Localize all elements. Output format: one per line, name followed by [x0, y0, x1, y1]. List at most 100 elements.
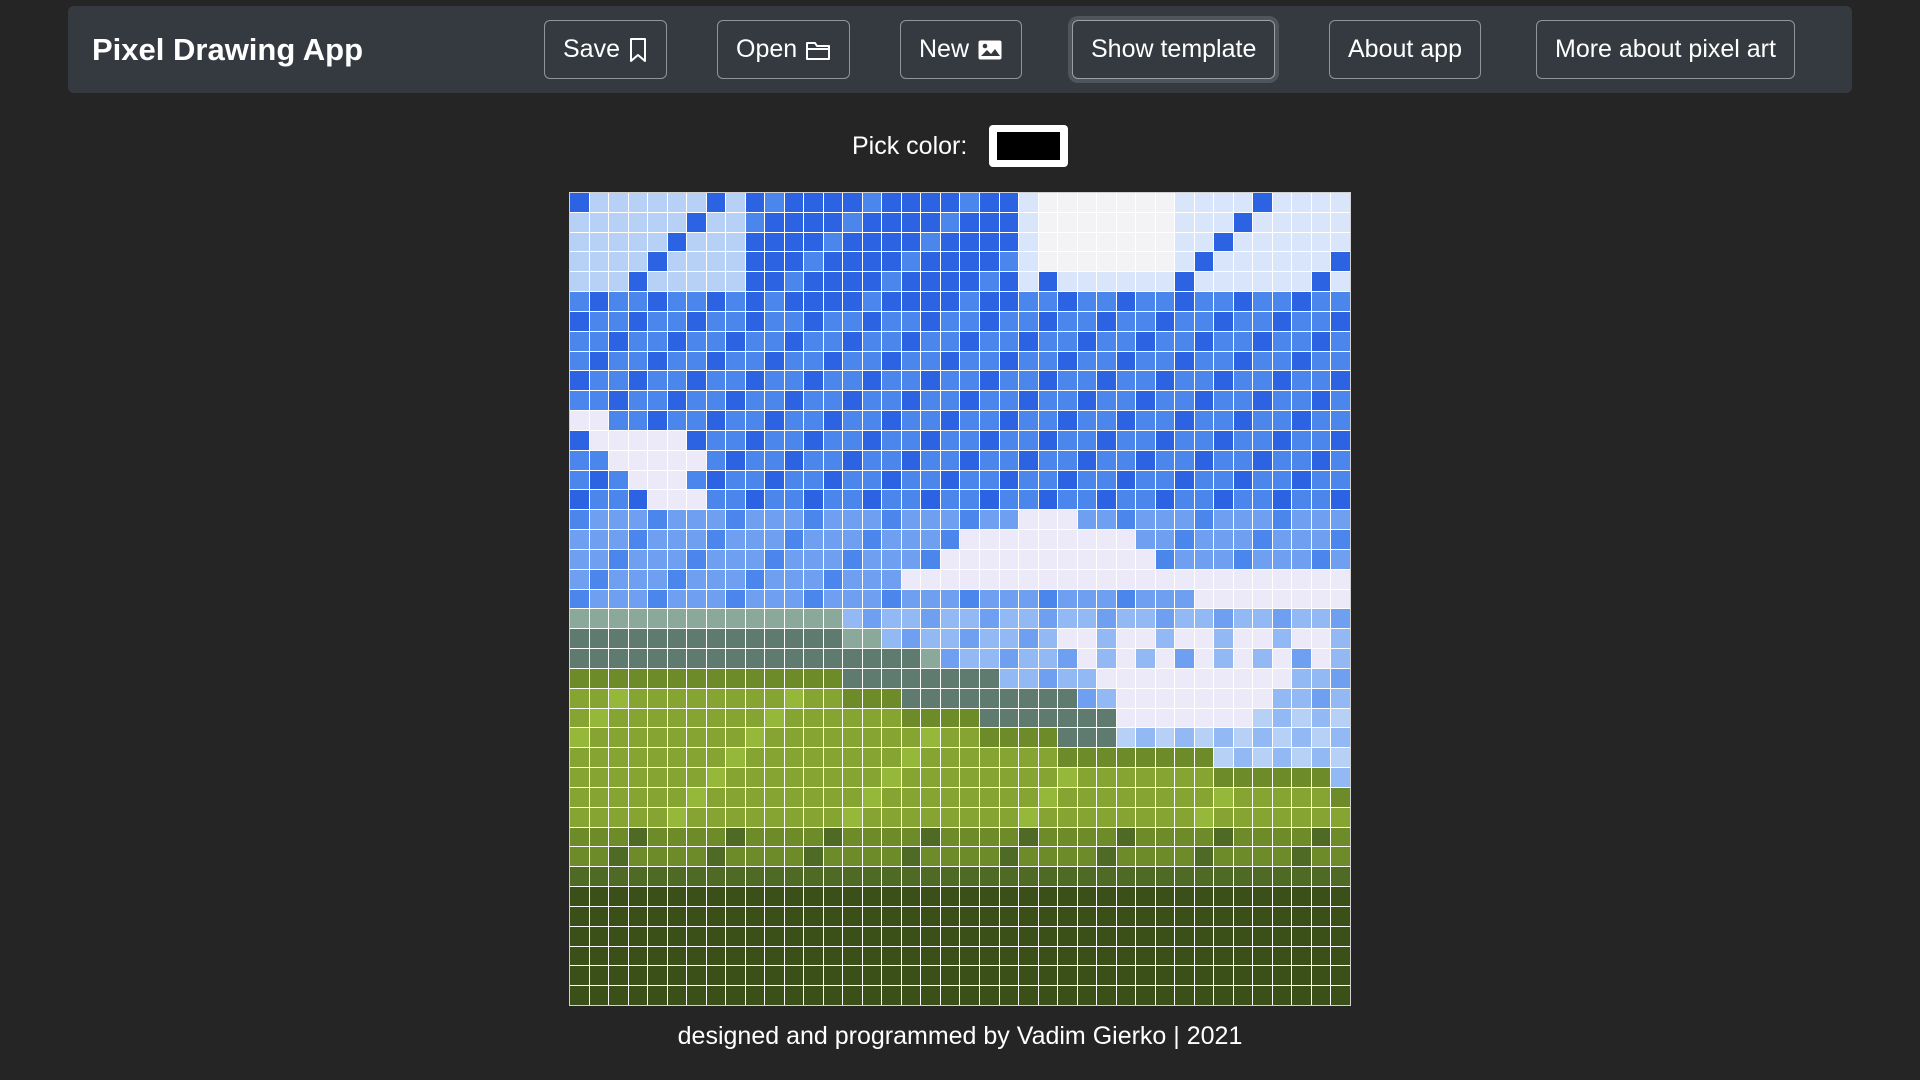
pixel-cell[interactable]: [589, 867, 609, 887]
pixel-cell[interactable]: [823, 748, 843, 768]
pixel-cell[interactable]: [1116, 450, 1136, 470]
pixel-cell[interactable]: [745, 549, 765, 569]
pixel-cell[interactable]: [843, 668, 862, 688]
pixel-cell[interactable]: [1331, 946, 1350, 966]
pixel-cell[interactable]: [1311, 926, 1331, 946]
pixel-cell[interactable]: [765, 193, 784, 212]
pixel-cell[interactable]: [1097, 827, 1116, 847]
pixel-cell[interactable]: [980, 966, 999, 986]
pixel-cell[interactable]: [921, 807, 940, 827]
pixel-cell[interactable]: [687, 450, 706, 470]
pixel-cell[interactable]: [823, 589, 843, 609]
pixel-cell[interactable]: [1175, 629, 1194, 649]
pixel-cell[interactable]: [999, 193, 1019, 212]
pixel-cell[interactable]: [1175, 728, 1194, 748]
pixel-cell[interactable]: [882, 847, 901, 867]
pixel-cell[interactable]: [843, 569, 862, 589]
pixel-cell[interactable]: [1214, 232, 1233, 252]
pixel-cell[interactable]: [980, 212, 999, 232]
pixel-cell[interactable]: [1097, 252, 1116, 272]
pixel-cell[interactable]: [999, 629, 1019, 649]
pixel-cell[interactable]: [589, 728, 609, 748]
pixel-cell[interactable]: [882, 530, 901, 549]
pixel-cell[interactable]: [1311, 569, 1331, 589]
pixel-cell[interactable]: [784, 510, 804, 530]
pixel-cell[interactable]: [999, 371, 1019, 391]
pixel-cell[interactable]: [1077, 272, 1097, 292]
pixel-cell[interactable]: [765, 649, 784, 668]
pixel-cell[interactable]: [921, 867, 940, 887]
pixel-cell[interactable]: [745, 430, 765, 450]
pixel-cell[interactable]: [609, 549, 628, 569]
pixel-cell[interactable]: [706, 430, 726, 450]
pixel-cell[interactable]: [628, 411, 648, 430]
pixel-cell[interactable]: [1097, 411, 1116, 430]
pixel-cell[interactable]: [667, 668, 687, 688]
pixel-cell[interactable]: [960, 430, 980, 450]
pixel-cell[interactable]: [1175, 748, 1194, 768]
pixel-cell[interactable]: [589, 629, 609, 649]
pixel-cell[interactable]: [784, 569, 804, 589]
pixel-cell[interactable]: [667, 589, 687, 609]
pixel-cell[interactable]: [940, 232, 960, 252]
pixel-cell[interactable]: [862, 530, 882, 549]
pixel-cell[interactable]: [1311, 629, 1331, 649]
pixel-cell[interactable]: [1077, 926, 1097, 946]
pixel-cell[interactable]: [1116, 728, 1136, 748]
pixel-cell[interactable]: [570, 292, 589, 311]
pixel-cell[interactable]: [628, 589, 648, 609]
pixel-cell[interactable]: [570, 906, 589, 926]
pixel-cell[interactable]: [1214, 609, 1233, 629]
pixel-cell[interactable]: [823, 411, 843, 430]
pixel-cell[interactable]: [1058, 867, 1077, 887]
pixel-cell[interactable]: [843, 787, 862, 807]
pixel-cell[interactable]: [609, 490, 628, 510]
pixel-cell[interactable]: [1116, 787, 1136, 807]
pixel-cell[interactable]: [1214, 807, 1233, 827]
pixel-cell[interactable]: [862, 430, 882, 450]
pixel-cell[interactable]: [823, 986, 843, 1005]
pixel-cell[interactable]: [1331, 768, 1350, 787]
pixel-cell[interactable]: [843, 510, 862, 530]
pixel-cell[interactable]: [1058, 272, 1077, 292]
pixel-cell[interactable]: [999, 450, 1019, 470]
pixel-cell[interactable]: [960, 827, 980, 847]
pixel-cell[interactable]: [1097, 510, 1116, 530]
pixel-cell[interactable]: [1175, 510, 1194, 530]
pixel-cell[interactable]: [823, 272, 843, 292]
pixel-cell[interactable]: [687, 768, 706, 787]
pixel-cell[interactable]: [1038, 232, 1058, 252]
pixel-cell[interactable]: [823, 688, 843, 708]
pixel-cell[interactable]: [628, 510, 648, 530]
pixel-cell[interactable]: [1155, 649, 1175, 668]
pixel-cell[interactable]: [1058, 966, 1077, 986]
pixel-cell[interactable]: [589, 510, 609, 530]
pixel-cell[interactable]: [1194, 212, 1214, 232]
pixel-cell[interactable]: [1038, 629, 1058, 649]
pixel-cell[interactable]: [1233, 728, 1253, 748]
pixel-cell[interactable]: [1233, 252, 1253, 272]
pixel-cell[interactable]: [960, 768, 980, 787]
pixel-cell[interactable]: [1214, 391, 1233, 411]
pixel-cell[interactable]: [1175, 490, 1194, 510]
pixel-cell[interactable]: [687, 887, 706, 906]
pixel-cell[interactable]: [823, 807, 843, 827]
pixel-cell[interactable]: [1331, 708, 1350, 728]
pixel-cell[interactable]: [823, 252, 843, 272]
pixel-cell[interactable]: [1311, 847, 1331, 867]
pixel-cell[interactable]: [648, 827, 667, 847]
pixel-cell[interactable]: [1214, 827, 1233, 847]
pixel-cell[interactable]: [1292, 549, 1311, 569]
pixel-cell[interactable]: [1155, 411, 1175, 430]
pixel-cell[interactable]: [589, 906, 609, 926]
pixel-cell[interactable]: [1136, 470, 1155, 490]
pixel-cell[interactable]: [980, 232, 999, 252]
pixel-cell[interactable]: [843, 411, 862, 430]
pixel-cell[interactable]: [628, 193, 648, 212]
pixel-cell[interactable]: [1155, 847, 1175, 867]
pixel-cell[interactable]: [1194, 589, 1214, 609]
pixel-cell[interactable]: [1233, 668, 1253, 688]
pixel-cell[interactable]: [1155, 292, 1175, 311]
pixel-cell[interactable]: [862, 569, 882, 589]
pixel-cell[interactable]: [765, 569, 784, 589]
